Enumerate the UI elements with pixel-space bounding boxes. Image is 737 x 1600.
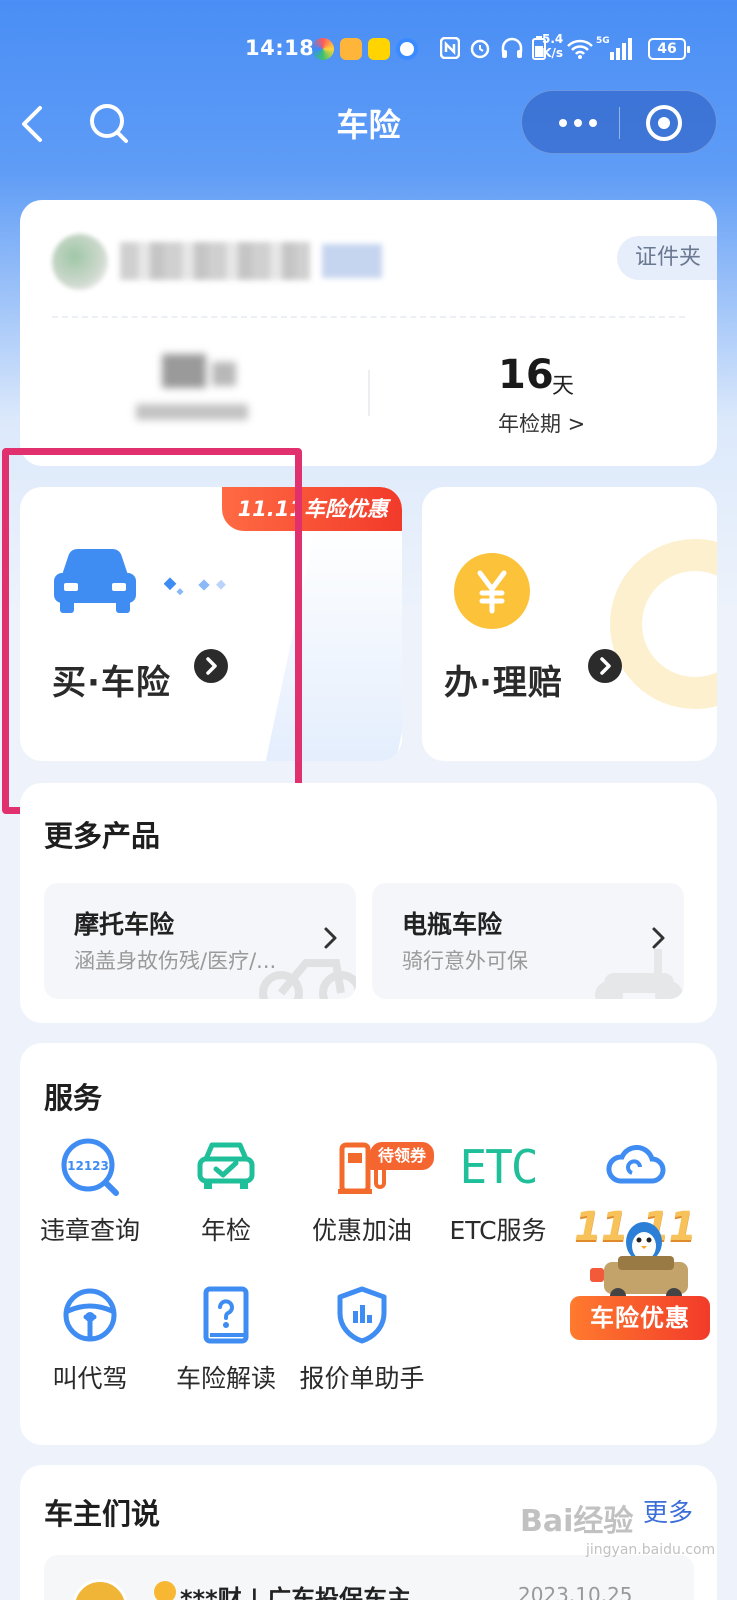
divider <box>52 316 685 318</box>
nfc-icon <box>440 37 460 59</box>
status-bar: 14:18 5.4 K/s 5G 46 <box>0 0 737 96</box>
service-quote-assistant[interactable]: 报价单助手 <box>292 1283 432 1395</box>
product-name: 摩托车险 <box>74 910 175 939</box>
certificate-wallet-button[interactable]: 证件夹 <box>616 236 717 280</box>
service-label: 报价单助手 <box>299 1364 425 1393</box>
close-miniprogram-button[interactable] <box>642 101 686 145</box>
inspection-days-unit: 天 <box>552 374 575 399</box>
12123-icon: 12123 <box>61 1138 119 1196</box>
service-label: 违章查询 <box>39 1216 140 1245</box>
search-icon <box>90 104 128 143</box>
dot-icon <box>574 119 582 127</box>
product-description: 涵盖身故伤残/医疗/... <box>74 949 277 973</box>
car-icon <box>54 549 136 613</box>
ebike-icon <box>595 949 683 999</box>
headphones-icon <box>501 37 523 58</box>
mini-program-capsule <box>521 90 717 154</box>
service-violation-query[interactable]: 12123 违章查询 <box>20 1135 160 1247</box>
steering-wheel-icon <box>63 1288 117 1342</box>
shield-chart-icon <box>337 1286 387 1344</box>
review-date: 2023.10.25 <box>518 1583 633 1600</box>
vehicle-card: 证件夹 16 天 年检期 > <box>20 200 717 466</box>
service-etc[interactable]: ETC ETC服务 <box>428 1135 568 1247</box>
blurred-tag <box>322 244 382 278</box>
arrow-right-icon <box>194 649 228 683</box>
question-book-icon <box>203 1286 249 1344</box>
card-decoration <box>264 527 402 761</box>
inspection-period-link[interactable]: 年检期 > <box>498 408 585 438</box>
product-ebike-insurance[interactable]: 电瓶车险 骑行意外可保 <box>372 883 684 999</box>
file-claim-label: 办·理赔 <box>444 663 563 703</box>
car-check-icon <box>197 1142 255 1189</box>
section-title: 更多产品 <box>44 819 161 853</box>
dot-icon <box>589 119 597 127</box>
promo-badge: 11.11车险优惠 <box>221 487 402 531</box>
service-label: ETC服务 <box>449 1216 547 1245</box>
signal-bars-icon: 5G <box>596 36 636 62</box>
avatar <box>72 1579 128 1600</box>
cloud-icon <box>606 1145 666 1184</box>
more-menu-button[interactable] <box>540 91 616 155</box>
notification-icons <box>312 38 418 60</box>
sparkle-dots-icon <box>164 577 226 596</box>
chevron-right-icon <box>324 927 337 949</box>
owner-reviews-section: 车主们说 更多 ***财 | 广东投保车主 2023.10.25 <box>20 1465 717 1600</box>
service-label: 车险解读 <box>175 1364 276 1393</box>
more-reviews-link[interactable]: 更多 <box>643 1493 693 1529</box>
buy-insurance-label: 买·车险 <box>52 663 171 703</box>
etc-icon: ETC <box>459 1140 538 1194</box>
insurance-promo-float-button[interactable]: 11.11 车险优惠 <box>570 1204 710 1340</box>
chevron-right-icon <box>652 927 665 949</box>
inspection-days-value: 16 <box>498 352 554 398</box>
alarm-icon <box>470 39 490 59</box>
app-notification-icon <box>396 38 418 60</box>
battery-indicator: 46 <box>648 38 690 60</box>
service-label: 优惠加油 <box>311 1216 412 1245</box>
product-motorcycle-insurance[interactable]: 摩托车险 涵盖身故伤残/医疗/... <box>44 883 356 999</box>
service-insurance-guide[interactable]: 车险解读 <box>156 1283 296 1395</box>
blurred-avatar <box>52 234 108 290</box>
service-designated-driver[interactable]: 叫代驾 <box>20 1283 160 1395</box>
card-decoration <box>610 539 717 709</box>
target-circle-icon <box>646 105 682 141</box>
arrow-right-icon <box>588 649 622 683</box>
chevron-left-icon <box>22 106 42 142</box>
app-notification-icon <box>340 38 362 60</box>
dot-icon <box>559 119 567 127</box>
section-title: 服务 <box>44 1081 103 1115</box>
blurred-owner-name <box>120 242 310 280</box>
buy-insurance-card[interactable]: 11.11车险优惠 买·车险 <box>20 487 402 761</box>
review-author: ***财 | 广东投保车主 <box>180 1585 412 1600</box>
review-item[interactable]: ***财 | 广东投保车主 2023.10.25 <box>44 1555 694 1600</box>
vertical-divider <box>368 370 370 416</box>
network-speed: 5.4 K/s <box>542 32 564 60</box>
search-button[interactable] <box>86 100 132 146</box>
service-annual-inspection[interactable]: 年检 <box>156 1135 296 1247</box>
product-name: 电瓶车险 <box>402 910 503 939</box>
yen-coin-icon <box>454 553 530 629</box>
blurred-plate-info <box>132 350 252 440</box>
penguin-mascot-icon <box>590 1222 688 1302</box>
product-description: 骑行意外可保 <box>402 949 528 973</box>
sun-emoji-icon <box>154 1581 176 1600</box>
service-label: 叫代驾 <box>52 1364 128 1393</box>
app-notification-icon <box>312 38 334 60</box>
more-products-section: 更多产品 摩托车险 涵盖身故伤残/医疗/... 电瓶车险 骑行意外可保 <box>20 783 717 1023</box>
service-label: 年检 <box>200 1216 251 1245</box>
cloud-service-icon[interactable] <box>604 1133 668 1197</box>
app-notification-icon <box>368 38 390 60</box>
capsule-divider <box>619 107 620 139</box>
back-button[interactable] <box>14 102 54 146</box>
coupon-badge: 待领券 <box>370 1142 435 1170</box>
status-time: 14:18 <box>245 36 315 60</box>
promo-float-label: 车险优惠 <box>570 1296 710 1340</box>
wifi-icon <box>567 39 593 59</box>
icon-text: 12123 <box>67 1159 109 1173</box>
file-claim-card[interactable]: 办·理赔 <box>422 487 717 761</box>
system-icons <box>440 36 546 60</box>
section-title: 车主们说 <box>44 1497 161 1531</box>
